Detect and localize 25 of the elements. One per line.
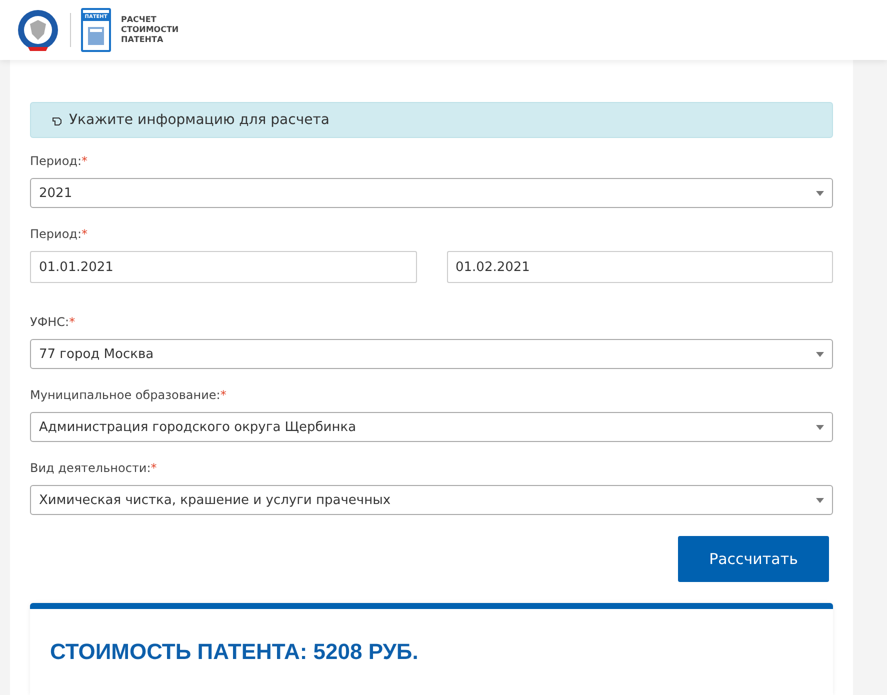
select-field[interactable]: Администрация городского округа Щербинка [30,412,833,442]
field-label: Муниципальное образование: [30,388,220,402]
caret-icon [816,190,824,196]
emblem-icon [16,8,60,52]
required-mark: * [82,154,88,168]
select-field[interactable]: 2021 [30,178,833,208]
app-title: РАСЧЕТ СТОИМОСТИ ПАТЕНТА [121,15,179,45]
result-text: СТОИМОСТЬ ПАТЕНТА: 5208 РУБ. [50,639,420,665]
select-field[interactable]: 77 город Москва [30,339,833,369]
required-mark: * [150,461,157,475]
required-mark: * [82,227,88,241]
field-label: УФНС: [30,315,70,329]
field-label: Вид деятельности: [30,461,151,475]
field-label: Период: [30,154,82,168]
field-label: Период: [30,227,82,241]
date-field[interactable]: 01.02.2021 [446,251,833,283]
calculate-button[interactable]: Рассчитать [678,536,829,582]
date-field[interactable]: 01.01.2021 [30,251,416,283]
caret-icon [816,498,824,502]
caret-icon [816,352,824,356]
select-field[interactable]: Химическая чистка, крашение и услуги прачечных [30,485,833,515]
caret-icon [816,424,824,430]
required-mark: * [69,315,76,329]
info-text: Укажите информацию для расчета [69,112,330,128]
required-mark: * [220,388,226,402]
